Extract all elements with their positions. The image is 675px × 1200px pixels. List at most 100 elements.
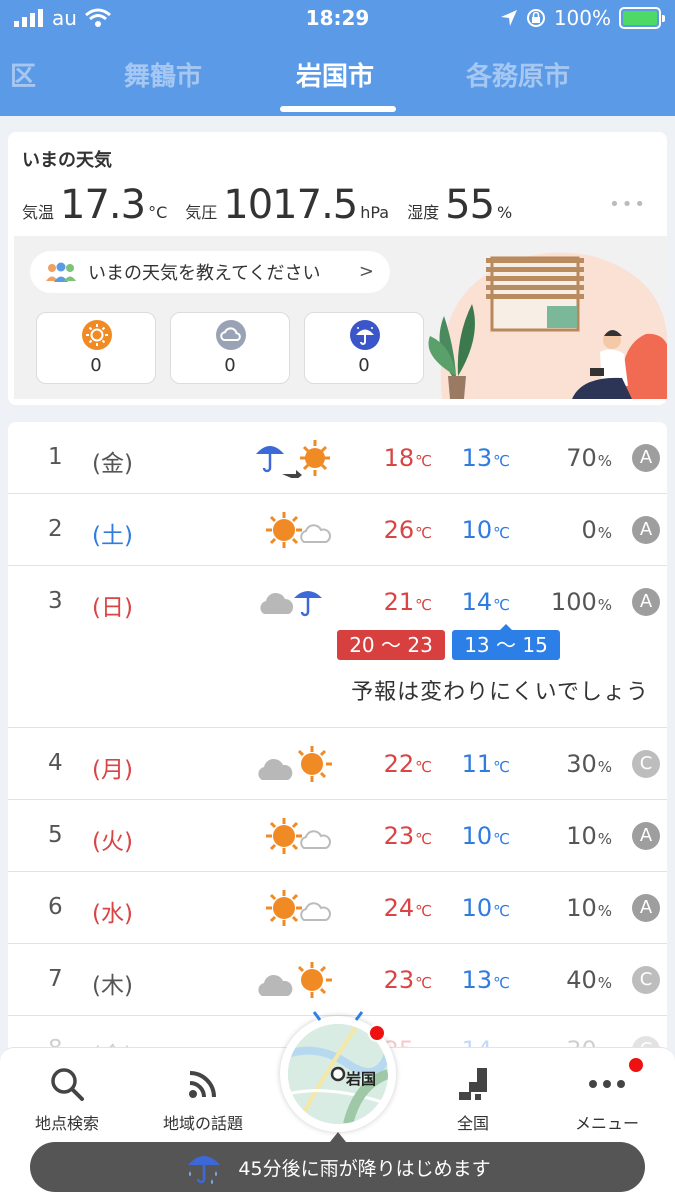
search-icon bbox=[51, 1068, 84, 1101]
sun-icon bbox=[82, 320, 112, 350]
tab-city-iwakuni[interactable]: 岩国市 bbox=[296, 56, 374, 93]
weekly-forecast: 1 (金) 18℃ 13℃ 70% A 2 (土) 26℃ 10℃ 0% A 3… bbox=[8, 422, 667, 1062]
forecast-high: 22℃ bbox=[383, 750, 432, 778]
forecast-low: 10℃ bbox=[461, 516, 510, 544]
forecast-row-5[interactable]: 5 (火) 23℃ 10℃ 10% A bbox=[8, 800, 667, 872]
reliability-badge: A bbox=[632, 822, 660, 850]
rain-alert-text: 45分後に雨が降りはじめます bbox=[238, 1157, 491, 1180]
radar-signal-icon bbox=[312, 1011, 364, 1021]
nav-national-label: 全国 bbox=[456, 1114, 489, 1133]
forecast-dow: (月) bbox=[92, 757, 133, 783]
forecast-day: 2 bbox=[48, 516, 63, 542]
forecast-dow: (日) bbox=[92, 595, 133, 621]
forecast-day: 5 bbox=[48, 822, 63, 848]
cloud-rain-icon bbox=[260, 591, 322, 617]
rain-alert-banner[interactable]: 45分後に雨が降りはじめます bbox=[30, 1142, 645, 1192]
forecast-row-7[interactable]: 7 (木) 23℃ 13℃ 40% C bbox=[8, 944, 667, 1016]
location-arrow-icon bbox=[500, 10, 517, 26]
humidity-label: 湿度 bbox=[407, 203, 440, 222]
more-options-icon[interactable]: ••• bbox=[609, 194, 647, 215]
rain-icon bbox=[350, 320, 380, 350]
forecast-low: 14℃ bbox=[461, 588, 510, 616]
tab-city-maizuru[interactable]: 舞鶴市 bbox=[124, 56, 202, 93]
forecast-row-6[interactable]: 6 (水) 24℃ 10℃ 10% A bbox=[8, 872, 667, 944]
forecast-day: 4 bbox=[48, 750, 63, 776]
banner-pointer bbox=[330, 1132, 346, 1142]
forecast-pop: 30% bbox=[566, 750, 612, 778]
low-temp-range: 13 〜 15 bbox=[452, 624, 560, 660]
vote-sun-count: 0 bbox=[90, 355, 102, 376]
temp-value: 17.3 bbox=[60, 182, 146, 228]
pressure-label: 気圧 bbox=[185, 203, 218, 222]
cloud-sun-icon bbox=[258, 962, 332, 998]
forecast-low: 10℃ bbox=[461, 894, 510, 922]
japan-map-icon bbox=[459, 1068, 487, 1100]
weather-report-area: いまの天気を教えてください > 0 0 0 bbox=[14, 236, 667, 399]
forecast-pop: 10% bbox=[566, 894, 612, 922]
rain-then-sun-icon bbox=[256, 440, 330, 478]
cloud-icon bbox=[216, 320, 246, 350]
humidity-unit: % bbox=[497, 203, 513, 222]
forecast-row-2[interactable]: 2 (土) 26℃ 10℃ 0% A bbox=[8, 494, 667, 566]
vote-sun-button[interactable]: 0 bbox=[36, 312, 156, 384]
tab-city-prev[interactable]: 区 bbox=[10, 56, 36, 93]
current-weather-title: いまの天気 bbox=[22, 150, 112, 171]
nav-search-label: 地点検索 bbox=[34, 1114, 99, 1133]
menu-notification-dot bbox=[627, 1056, 645, 1074]
forecast-low: 11℃ bbox=[461, 750, 510, 778]
forecast-pop: 10% bbox=[566, 822, 612, 850]
forecast-low: 13℃ bbox=[461, 966, 510, 994]
nav-national[interactable]: 全国 bbox=[408, 1048, 538, 1138]
forecast-high: 26℃ bbox=[383, 516, 432, 544]
nav-search[interactable]: 地点検索 bbox=[2, 1048, 132, 1138]
map-notification-dot bbox=[368, 1024, 386, 1042]
forecast-low: 10℃ bbox=[461, 822, 510, 850]
current-weather-card: いまの天気 気温 17.3 °C 気圧 1017.5 hPa 湿度 55 % •… bbox=[8, 132, 667, 405]
forecast-dow: (火) bbox=[92, 829, 133, 855]
rotation-lock-icon bbox=[526, 9, 545, 27]
vote-cloud-button[interactable]: 0 bbox=[170, 312, 290, 384]
vote-rain-button[interactable]: 0 bbox=[304, 312, 424, 384]
forecast-high: 23℃ bbox=[383, 822, 432, 850]
status-bar: au 18:29 100% bbox=[0, 0, 675, 40]
nav-topics[interactable]: 地域の話題 bbox=[138, 1048, 268, 1138]
forecast-stability-message: 予報は変わりにくいでしょう bbox=[351, 680, 649, 705]
forecast-row-1[interactable]: 1 (金) 18℃ 13℃ 70% A bbox=[8, 422, 667, 494]
nav-topics-label: 地域の話題 bbox=[162, 1114, 243, 1133]
header: au 18:29 100% 区 舞鶴市 岩国市 各務原市 bbox=[0, 0, 675, 116]
forecast-day: 3 bbox=[48, 588, 63, 614]
tab-city-kakamigahara[interactable]: 各務原市 bbox=[466, 56, 570, 93]
sun-cloud-icon bbox=[266, 890, 331, 926]
forecast-high: 21℃ bbox=[383, 588, 432, 616]
forecast-day: 7 bbox=[48, 966, 63, 992]
forecast-dow: (金) bbox=[92, 451, 133, 477]
temp-label: 気温 bbox=[22, 203, 55, 222]
forecast-high: 18℃ bbox=[383, 444, 432, 472]
map-location-label: 岩国 bbox=[346, 1070, 377, 1088]
nav-menu[interactable]: メニュー bbox=[542, 1048, 672, 1138]
nav-menu-label: メニュー bbox=[574, 1114, 639, 1133]
humidity-value: 55 bbox=[445, 182, 495, 228]
temp-unit: °C bbox=[148, 203, 168, 222]
forecast-dow: (木) bbox=[92, 973, 133, 999]
battery-percent: 100% bbox=[553, 6, 611, 30]
reliability-badge: C bbox=[632, 750, 660, 778]
forecast-low: 13℃ bbox=[461, 444, 510, 472]
forecast-pop: 100% bbox=[550, 588, 612, 616]
forecast-pop: 70% bbox=[566, 444, 612, 472]
active-tab-indicator bbox=[280, 106, 396, 112]
forecast-dow: (水) bbox=[92, 901, 133, 927]
report-weather-button[interactable]: いまの天気を教えてください > bbox=[30, 251, 390, 293]
high-temp-range: 20 〜 23 bbox=[337, 630, 445, 660]
chevron-right-icon: > bbox=[358, 261, 374, 282]
forecast-high: 24℃ bbox=[383, 894, 432, 922]
forecast-row-4[interactable]: 4 (月) 22℃ 11℃ 30% C bbox=[8, 728, 667, 800]
cloud-sun-icon bbox=[258, 746, 332, 782]
forecast-row-3[interactable]: 3 (日) 21℃ 14℃ 100% A 20 〜 23 13 〜 15 予報は… bbox=[8, 566, 667, 728]
sun-cloud-icon bbox=[266, 512, 331, 548]
pressure-unit: hPa bbox=[360, 203, 390, 222]
current-stats: 気温 17.3 °C 気圧 1017.5 hPa 湿度 55 % bbox=[22, 182, 530, 228]
person-room-illustration bbox=[428, 252, 667, 399]
reliability-badge: A bbox=[632, 516, 660, 544]
sun-cloud-icon bbox=[266, 818, 331, 854]
